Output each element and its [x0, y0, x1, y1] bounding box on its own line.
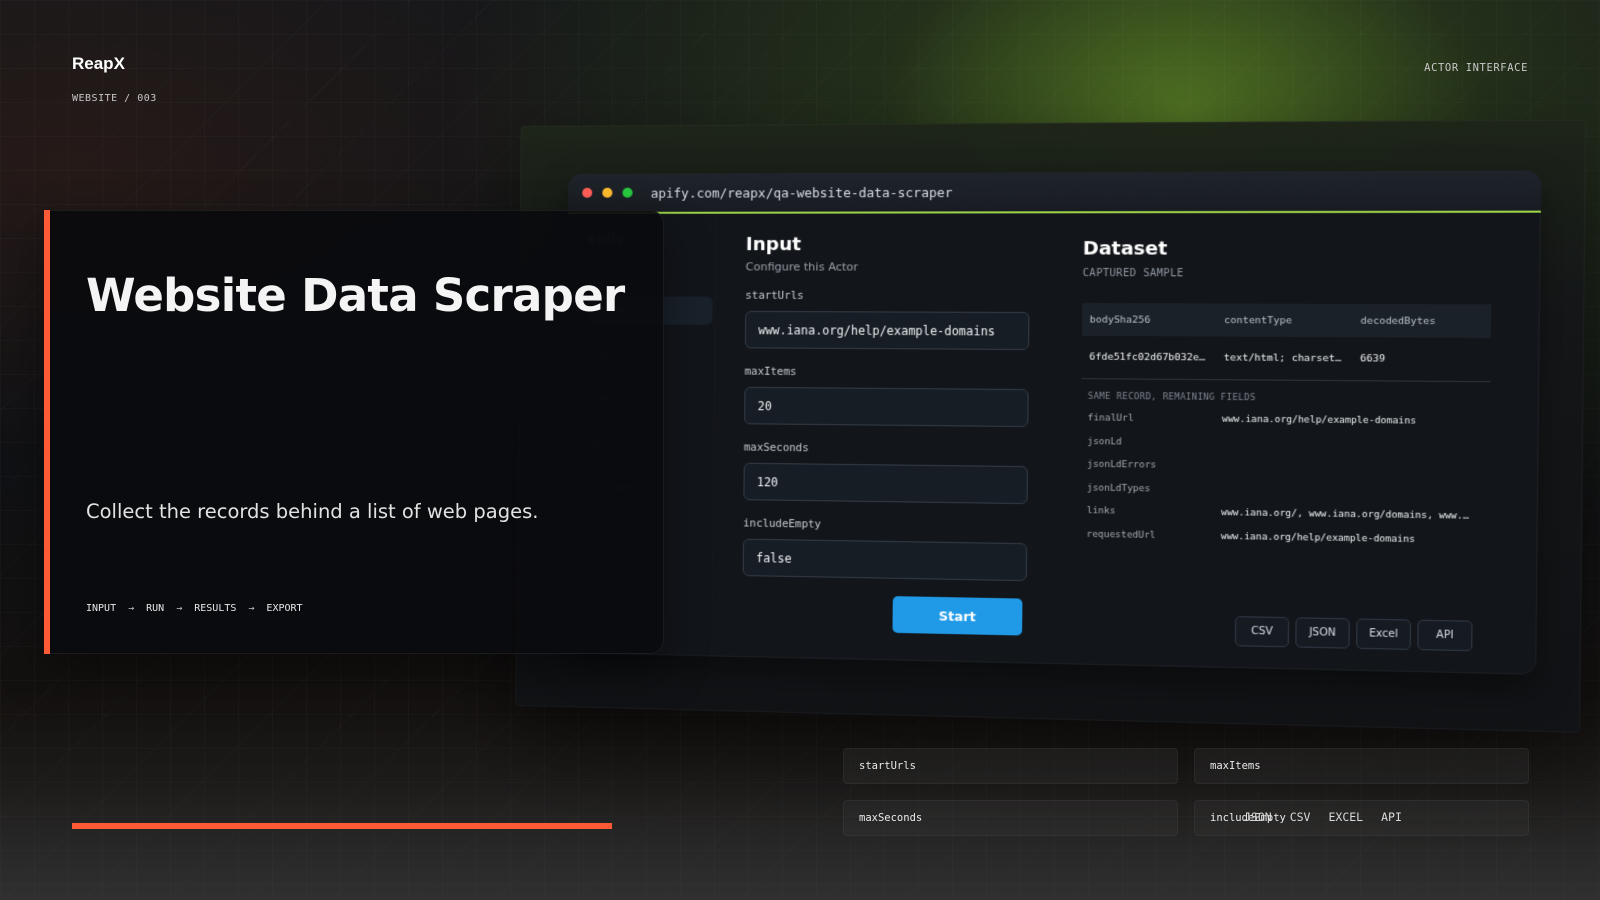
record-value: www.iana.org/help/example-domains	[1221, 414, 1417, 427]
column-content-type: contentType	[1224, 314, 1293, 327]
dataset-title: Dataset	[1082, 238, 1168, 260]
captured-sample-label: CAPTURED SAMPLE	[1082, 267, 1184, 280]
record-key: requestedUrl	[1086, 529, 1156, 541]
record-key: jsonLdErrors	[1087, 459, 1157, 471]
arrow-right-icon: →	[176, 603, 183, 614]
minimize-dot-icon[interactable]	[602, 187, 613, 198]
input-panel: Input Configure this Actor startUrls www…	[742, 233, 1030, 636]
column-decoded-bytes: decodedBytes	[1360, 314, 1436, 327]
accent-rule	[72, 823, 612, 829]
record-key: finalUrl	[1087, 413, 1134, 424]
bottom-api-link[interactable]: API	[1381, 810, 1402, 824]
max-items-input[interactable]: 20	[744, 386, 1029, 428]
record-field-requested-url: requestedUrl www.iana.org/help/example-d…	[1080, 529, 1489, 559]
input-title: Input	[745, 233, 802, 256]
dataset-panel: Dataset CAPTURED SAMPLE bodySha256 conte…	[1079, 238, 1492, 652]
record-key: jsonLdTypes	[1086, 482, 1151, 494]
start-urls-label: startUrls	[745, 289, 804, 302]
decoded-bytes-value: 6639	[1360, 353, 1386, 365]
step-export: EXPORT	[266, 603, 303, 614]
browser-url[interactable]: apify.com/reapx/qa-website-data-scraper	[651, 184, 953, 200]
remaining-fields-label: SAME RECORD, REMAINING FIELDS	[1087, 391, 1256, 404]
website-section-label: WEBSITE / 003	[72, 93, 157, 104]
step-results: RESULTS	[194, 603, 237, 614]
excel-export-button[interactable]: Excel	[1356, 618, 1412, 650]
page-title: Website Data Scraper	[86, 269, 625, 322]
start-button[interactable]: Start	[892, 596, 1023, 636]
dataset-table-row[interactable]: 6fde51fc02d67b032e… text/html; charset… …	[1081, 335, 1491, 383]
bottom-csv-link[interactable]: CSV	[1290, 810, 1311, 824]
column-body-sha: bodySha256	[1089, 313, 1151, 326]
content-type-value: text/html; charset…	[1223, 352, 1342, 365]
browser-window: apify.com/reapx/qa-website-data-scraper …	[563, 170, 1542, 675]
max-seconds-input[interactable]: 120	[743, 462, 1028, 505]
csv-export-button[interactable]: CSV	[1234, 616, 1290, 648]
max-seconds-label: maxSeconds	[743, 441, 809, 455]
actor-mockup: apify.com/reapx/qa-website-data-scraper …	[515, 119, 1587, 733]
maximize-dot-icon[interactable]	[622, 187, 633, 198]
include-empty-label: includeEmpty	[743, 517, 822, 531]
json-export-button[interactable]: JSON	[1295, 617, 1350, 649]
start-urls-input[interactable]: www.iana.org/help/example-domains	[744, 310, 1030, 351]
hero-description: Collect the records behind a list of web…	[86, 500, 539, 523]
bottom-export-links: JSON CSV EXCEL API	[1244, 810, 1402, 824]
arrow-right-icon: →	[248, 603, 255, 614]
bottom-max-seconds-field: maxSeconds	[843, 800, 1178, 836]
brand-name: ReapX	[72, 54, 125, 73]
arrow-right-icon: →	[128, 603, 135, 614]
bottom-max-items-field: maxItems	[1194, 748, 1529, 784]
step-input: INPUT	[86, 603, 117, 614]
bottom-json-link[interactable]: JSON	[1244, 810, 1272, 824]
hero-accent-bar	[44, 210, 50, 654]
include-empty-input[interactable]: false	[742, 538, 1028, 582]
max-items-label: maxItems	[744, 365, 797, 379]
record-key: jsonLd	[1087, 436, 1122, 448]
dataset-export-buttons: CSV JSON Excel API	[1234, 616, 1473, 652]
step-run: RUN	[146, 603, 165, 614]
input-subtitle: Configure this Actor	[745, 260, 859, 274]
actor-interface-label: ACTOR INTERFACE	[1424, 62, 1528, 74]
browser-address-bar: apify.com/reapx/qa-website-data-scraper	[567, 170, 1542, 214]
close-dot-icon[interactable]	[582, 187, 593, 198]
bottom-excel-link[interactable]: EXCEL	[1328, 810, 1363, 824]
record-key: links	[1086, 505, 1116, 517]
api-export-button[interactable]: API	[1417, 619, 1473, 652]
hero-card: Website Data Scraper Collect the records…	[44, 210, 664, 654]
body-sha-value: 6fde51fc02d67b032e…	[1089, 351, 1206, 364]
dataset-table-header: bodySha256 contentType decodedBytes	[1082, 302, 1492, 339]
workflow-steps: INPUT → RUN → RESULTS → EXPORT	[86, 603, 303, 614]
bottom-start-urls-field: startUrls	[843, 748, 1178, 784]
